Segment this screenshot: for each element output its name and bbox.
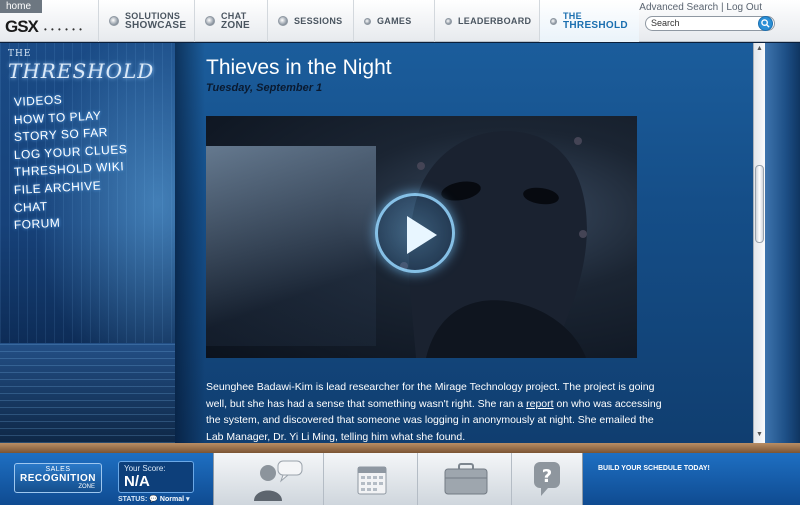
calendar-icon [357,466,386,495]
video-player[interactable] [206,116,637,358]
help-button[interactable]: ? [512,453,582,505]
score-label: Your Score: [124,464,166,473]
logo-dots: • • • • • • [44,25,83,34]
scroll-thumb[interactable] [755,165,764,243]
status-label: STATUS: [118,496,148,503]
sales-line3: ZONE [78,484,95,490]
article-title: Thieves in the Night [206,56,392,79]
nav-chat-line2: ZONE [221,20,250,31]
nav-bullet-icon [550,17,557,25]
status-chat-bubble-icon: 💬 [149,496,158,503]
status-dropdown[interactable]: Normal [160,496,184,503]
score-value: N/A [124,473,150,490]
article-scrollbar[interactable]: ▲ ▼ [753,43,765,443]
bottom-trim [0,443,800,453]
brand-main: THRESHOLD [8,59,155,83]
scroll-up-arrow-icon[interactable]: ▲ [754,43,765,55]
play-button[interactable] [375,193,455,273]
article-date: Tuesday, September 1 [206,82,323,94]
svg-text:?: ? [542,466,552,487]
nav-games[interactable]: GAMES [353,0,433,42]
score-box: Your Score: N/A [118,461,194,493]
sales-line1: SALES [45,466,71,473]
nav-sessions-label: SESSIONS [294,15,343,26]
nav-bullet-icon [278,16,288,26]
status-row: STATUS: 💬 Normal ▾ [118,495,190,503]
build-schedule-link[interactable]: BUILD YOUR SCHEDULE TODAY! [598,465,710,472]
nav-showcase-line2: SHOWCASE [125,20,187,31]
nav-sessions[interactable]: SESSIONS [267,0,352,42]
home-tab[interactable]: home [0,0,42,13]
help-question-icon: ? [534,462,560,496]
threshold-menu: VIDEOS HOW TO PLAY STORY SO FAR LOG YOUR… [14,92,128,236]
report-link[interactable]: report [526,398,553,410]
nav-bullet-icon [445,17,452,25]
app-window: home GSX • • • • • • SOLUTIONS SHOWCASE C… [0,0,800,505]
scroll-down-arrow-icon[interactable]: ▼ [754,429,765,441]
account-links: Advanced Search | Log Out [639,2,762,13]
nav-leaderboard-label: LEADERBOARD [458,15,532,26]
sales-recognition-zone-logo[interactable]: SALES RECOGNITION ZONE [14,463,102,493]
nav-bullet-icon [364,17,371,25]
profile-chat-button[interactable] [232,453,324,505]
sidebar-background-art [0,343,175,443]
brand-the: THE [8,49,32,59]
briefcase-button[interactable] [420,453,512,505]
log-out-link[interactable]: Log Out [726,2,762,13]
top-navigation-bar: home GSX • • • • • • SOLUTIONS SHOWCASE C… [0,0,800,42]
calendar-button[interactable] [326,453,418,505]
panel-shadow [175,43,205,443]
search-input[interactable]: Search [645,16,775,31]
nav-leaderboard[interactable]: LEADERBOARD [434,0,538,42]
bottom-toolbar: SALES RECOGNITION ZONE Your Score: N/A S… [0,453,800,505]
nav-the-threshold[interactable]: THE THRESHOLD [539,0,639,42]
nav-bullet-icon [109,16,119,26]
right-decor-panel [765,43,800,443]
search-icon [761,19,770,28]
article-body: Seunghee Badawi-Kim is lead researcher f… [206,379,674,445]
sales-line2: RECOGNITION [19,473,97,484]
briefcase-icon [444,463,487,495]
chevron-down-icon[interactable]: ▾ [186,496,190,503]
threshold-sidebar: THE THRESHOLD VIDEOS HOW TO PLAY STORY S… [0,43,175,443]
article-panel: Thieves in the Night Tuesday, September … [175,43,765,443]
nav-threshold-line2: THRESHOLD [563,20,628,31]
toolbar-dock: ? [213,453,583,505]
search-button[interactable] [758,16,773,31]
user-chat-icon [253,460,302,501]
gsx-logo[interactable]: GSX [5,17,39,37]
nav-bullet-icon [205,16,215,26]
nav-chat-zone[interactable]: CHAT ZONE [194,0,266,42]
nav-games-label: GAMES [377,15,412,26]
threshold-logo: THE THRESHOLD [8,49,154,83]
advanced-search-link[interactable]: Advanced Search [639,2,718,13]
nav-solutions-showcase[interactable]: SOLUTIONS SHOWCASE [98,0,193,42]
